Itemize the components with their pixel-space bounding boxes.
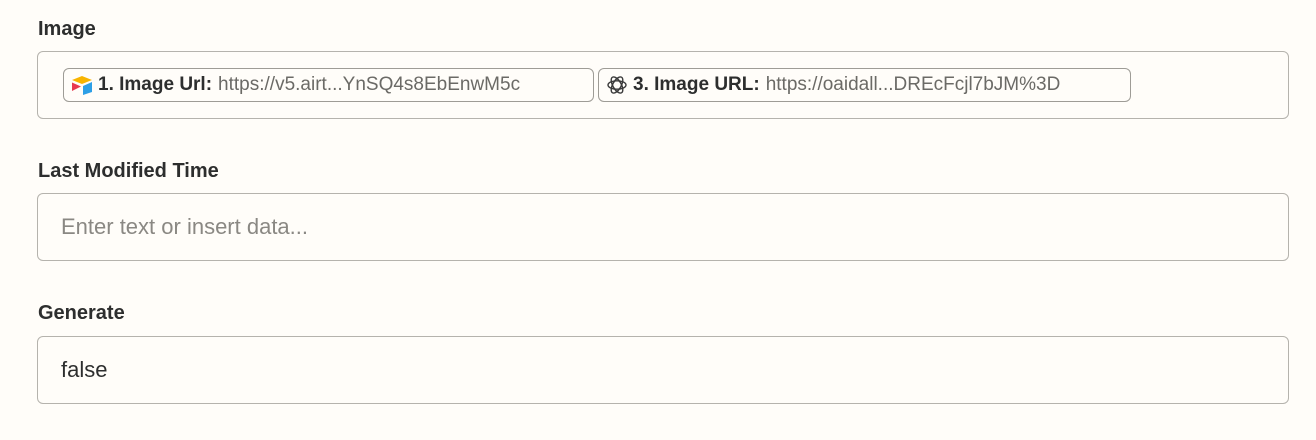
image-field-label: Image <box>38 18 96 40</box>
image-url-3-pill-label: 3. Image URL: <box>633 74 760 95</box>
generate-value: false <box>61 357 108 382</box>
image-url-3-pill-value: https://oaidall...DREcFcjl7bJM%3D <box>765 74 1061 95</box>
last-modified-time-placeholder: Enter text or insert data... <box>61 214 309 239</box>
image-field[interactable]: 1. Image Url: https://v5.airt...YnSQ4s8E… <box>37 51 1289 119</box>
last-modified-time-label: Last Modified Time <box>38 160 219 182</box>
generate-label: Generate <box>38 302 125 324</box>
image-url-pill-value: https://v5.airt...YnSQ4s8EbEnwM5c <box>218 74 521 95</box>
image-url-pill-label: 1. Image Url: <box>98 74 213 95</box>
image-url-data-pill[interactable]: 1. Image Url: https://v5.airt...YnSQ4s8E… <box>63 68 594 102</box>
last-modified-time-input[interactable]: Enter text or insert data... <box>37 193 1289 261</box>
airtable-icon <box>70 73 94 97</box>
openai-icon <box>605 73 629 97</box>
generate-input[interactable]: false <box>37 336 1289 404</box>
image-url-3-data-pill[interactable]: 3. Image URL: https://oaidall...DREcFcjl… <box>598 68 1131 102</box>
